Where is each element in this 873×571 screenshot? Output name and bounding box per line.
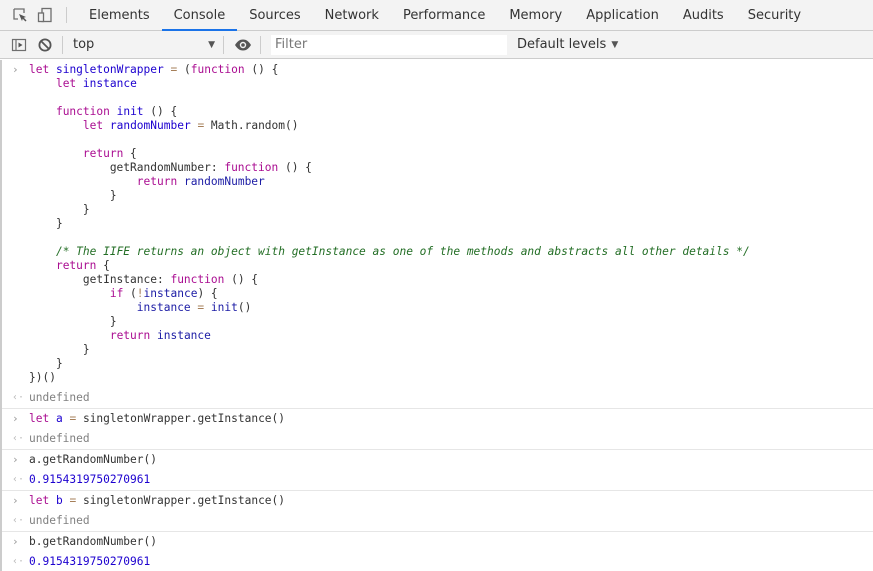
result-value: 0.9154319750270961	[29, 555, 151, 568]
result-value: undefined	[29, 514, 90, 527]
input-prompt-icon: ›	[12, 453, 19, 466]
tab-network[interactable]: Network	[313, 0, 391, 30]
console-input-message: › let a = singletonWrapper.getInstance()	[2, 409, 873, 429]
tab-label: Network	[324, 7, 379, 23]
console-input-message: › a.getRandomNumber()	[2, 450, 873, 470]
result-arrow-icon: ‹·	[12, 474, 25, 485]
result-value: undefined	[29, 391, 90, 404]
console-code: b.getRandomNumber()	[29, 535, 157, 548]
input-prompt-icon: ›	[12, 63, 19, 76]
console-result-message: ‹· undefined	[2, 388, 873, 409]
console-result-message: ‹· 0.9154319750270961	[2, 470, 873, 491]
console-code: let a = singletonWrapper.getInstance()	[29, 412, 286, 425]
tab-performance[interactable]: Performance	[391, 0, 497, 30]
filter-field[interactable]	[271, 34, 507, 55]
console-code: a.getRandomNumber()	[29, 453, 157, 466]
result-arrow-icon: ‹·	[12, 515, 25, 526]
clear-console-button[interactable]	[32, 32, 58, 58]
result-arrow-icon: ‹·	[12, 433, 25, 444]
tab-memory[interactable]: Memory	[497, 0, 574, 30]
tab-security[interactable]: Security	[736, 0, 813, 30]
tab-label: Elements	[89, 7, 150, 23]
console-input-message: › let b = singletonWrapper.getInstance()	[2, 491, 873, 511]
console-code: let b = singletonWrapper.getInstance()	[29, 494, 286, 507]
console-input-message: › b.getRandomNumber()	[2, 532, 873, 552]
result-value: 0.9154319750270961	[29, 473, 151, 486]
toolbar-divider	[66, 7, 67, 23]
tab-label: Performance	[402, 7, 486, 23]
log-levels-label: Default levels	[517, 37, 607, 52]
tab-application[interactable]: Application	[574, 0, 671, 30]
console-result-message: ‹· undefined	[2, 429, 873, 450]
tab-label: Console	[173, 7, 226, 23]
input-prompt-icon: ›	[12, 535, 19, 548]
dropdown-arrow-icon: ▼	[208, 39, 215, 50]
device-toolbar-icon[interactable]	[32, 0, 58, 30]
sidebar-toggle-icon	[11, 38, 27, 51]
console-messages[interactable]: › let singletonWrapper = (function () { l…	[0, 60, 873, 571]
tab-label: Audits	[682, 7, 724, 23]
eye-icon	[235, 39, 251, 50]
result-value: undefined	[29, 432, 90, 445]
tab-sources[interactable]: Sources	[237, 0, 312, 30]
toolbar-divider	[223, 35, 224, 54]
input-prompt-icon: ›	[12, 412, 19, 425]
context-selector[interactable]: top ▼	[69, 34, 219, 56]
tab-label: Application	[586, 7, 659, 23]
devtools-tab-bar: Elements Console Sources Network Perform…	[0, 0, 873, 31]
dropdown-arrow-icon: ▼	[611, 39, 619, 50]
console-code: let singletonWrapper = (function () { le…	[29, 63, 750, 384]
tab-audits[interactable]: Audits	[671, 0, 736, 30]
tab-console[interactable]: Console	[161, 0, 238, 31]
console-result-message: ‹· undefined	[2, 511, 873, 532]
toolbar-divider	[62, 35, 63, 54]
input-prompt-icon: ›	[12, 494, 19, 507]
context-value: top	[73, 37, 95, 52]
filter-input[interactable]	[275, 35, 507, 54]
tab-label: Memory	[509, 7, 563, 23]
console-result-message: ‹· 0.9154319750270961	[2, 552, 873, 571]
result-arrow-icon: ‹·	[12, 392, 25, 403]
tab-label: Sources	[249, 7, 301, 23]
inspect-element-icon[interactable]	[8, 0, 32, 30]
console-toolbar: top ▼ Default levels ▼	[0, 31, 873, 59]
live-expression-button[interactable]	[230, 32, 256, 58]
toolbar-divider	[260, 35, 261, 54]
clear-console-icon	[38, 38, 52, 51]
result-arrow-icon: ‹·	[12, 556, 25, 567]
show-sidebar-button[interactable]	[6, 32, 32, 58]
log-levels-dropdown[interactable]: Default levels ▼	[517, 37, 618, 52]
tab-label: Security	[747, 7, 802, 23]
tab-elements[interactable]: Elements	[77, 0, 162, 30]
console-input-message: › let singletonWrapper = (function () { l…	[2, 60, 873, 388]
